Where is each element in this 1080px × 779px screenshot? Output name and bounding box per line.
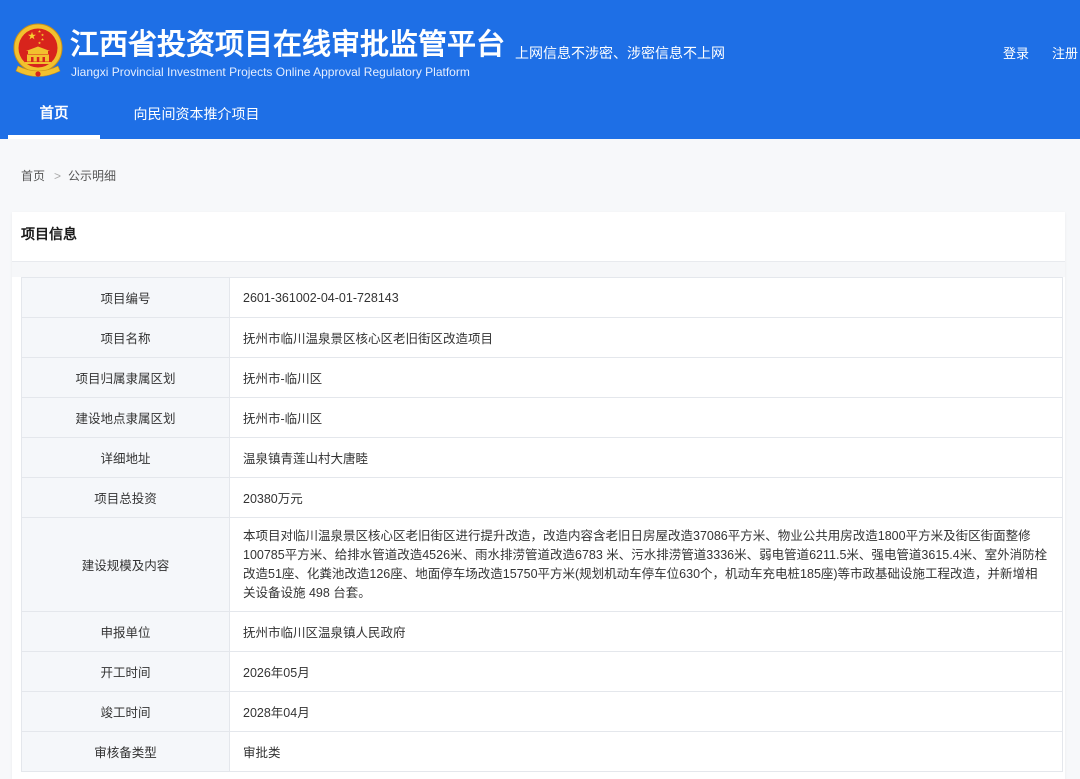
field-label: 审核备类型 — [22, 732, 230, 771]
main-nav: 首页 向民间资本推介项目 — [0, 93, 1080, 139]
table-row: 申报单位 抚州市临川区温泉镇人民政府 — [22, 612, 1062, 652]
field-value: 本项目对临川温泉景区核心区老旧街区进行提升改造，改造内容含老旧日房屋改造3708… — [243, 528, 1048, 600]
field-label: 竣工时间 — [22, 692, 230, 731]
section-divider — [12, 262, 1065, 277]
project-info-table: 项目编号 2601-361002-04-01-728143 项目名称 抚州市临川… — [21, 277, 1063, 772]
project-info-card: 项目信息 项目编号 2601-361002-04-01-728143 项目名称 … — [12, 212, 1065, 779]
card-header: 项目信息 — [12, 212, 1065, 262]
field-value: 审批类 — [243, 746, 281, 760]
table-row: 项目编号 2601-361002-04-01-728143 — [22, 278, 1062, 318]
table-row: 竣工时间 2028年04月 — [22, 692, 1062, 732]
site-subtitle-english: Jiangxi Provincial Investment Projects O… — [71, 65, 470, 79]
field-label: 项目归属隶属区划 — [22, 358, 230, 397]
breadcrumb-separator: > — [54, 169, 62, 183]
table-row: 详细地址 温泉镇青莲山村大唐睦 — [22, 438, 1062, 478]
field-label: 开工时间 — [22, 652, 230, 691]
field-value: 抚州市临川区温泉镇人民政府 — [243, 626, 406, 640]
field-label: 项目总投资 — [22, 478, 230, 517]
nav-item-private-capital-projects[interactable]: 向民间资本推介项目 — [118, 93, 275, 139]
field-value: 抚州市-临川区 — [243, 412, 323, 426]
table-row: 项目名称 抚州市临川温泉景区核心区老旧街区改造项目 — [22, 318, 1062, 358]
site-title: 江西省投资项目在线审批监管平台 — [70, 29, 506, 61]
site-header: 江西省投资项目在线审批监管平台 Jiangxi Provincial Inves… — [0, 0, 1080, 139]
table-row: 项目总投资 20380万元 — [22, 478, 1062, 518]
field-label: 详细地址 — [22, 438, 230, 477]
field-value: 2601-361002-04-01-728143 — [243, 290, 399, 305]
nav-item-label: 向民间资本推介项目 — [133, 106, 260, 122]
national-emblem-icon — [12, 22, 64, 82]
table-row: 建设规模及内容 本项目对临川温泉景区核心区老旧街区进行提升改造，改造内容含老旧日… — [22, 518, 1062, 612]
field-value: 抚州市临川温泉景区核心区老旧街区改造项目 — [243, 332, 494, 346]
field-value: 2026年05月 — [243, 666, 310, 680]
field-value: 温泉镇青莲山村大唐睦 — [243, 452, 369, 466]
nav-item-label: 首页 — [39, 106, 69, 122]
table-row: 开工时间 2026年05月 — [22, 652, 1062, 692]
section-title: 项目信息 — [21, 226, 77, 242]
field-label: 建设规模及内容 — [22, 518, 230, 611]
active-tab-indicator — [8, 135, 100, 139]
field-label: 项目名称 — [22, 318, 230, 357]
table-row: 项目归属隶属区划 抚州市-临川区 — [22, 358, 1062, 398]
field-label: 建设地点隶属区划 — [22, 398, 230, 437]
table-row: 建设地点隶属区划 抚州市-临川区 — [22, 398, 1062, 438]
field-label: 申报单位 — [22, 612, 230, 651]
breadcrumb-home-link[interactable]: 首页 — [21, 169, 45, 183]
table-row: 审核备类型 审批类 — [22, 732, 1062, 772]
field-value: 20380万元 — [243, 492, 303, 506]
field-value: 抚州市-临川区 — [243, 372, 323, 386]
register-link[interactable]: 注册 — [1052, 45, 1078, 63]
login-link[interactable]: 登录 — [1003, 45, 1029, 63]
nav-item-home[interactable]: 首页 — [8, 93, 100, 139]
security-slogan: 上网信息不涉密、涉密信息不上网 — [515, 45, 725, 61]
breadcrumb: 首页 > 公示明细 — [21, 168, 116, 184]
field-label: 项目编号 — [22, 278, 230, 317]
breadcrumb-current: 公示明细 — [68, 169, 117, 183]
field-value: 2028年04月 — [243, 706, 310, 720]
